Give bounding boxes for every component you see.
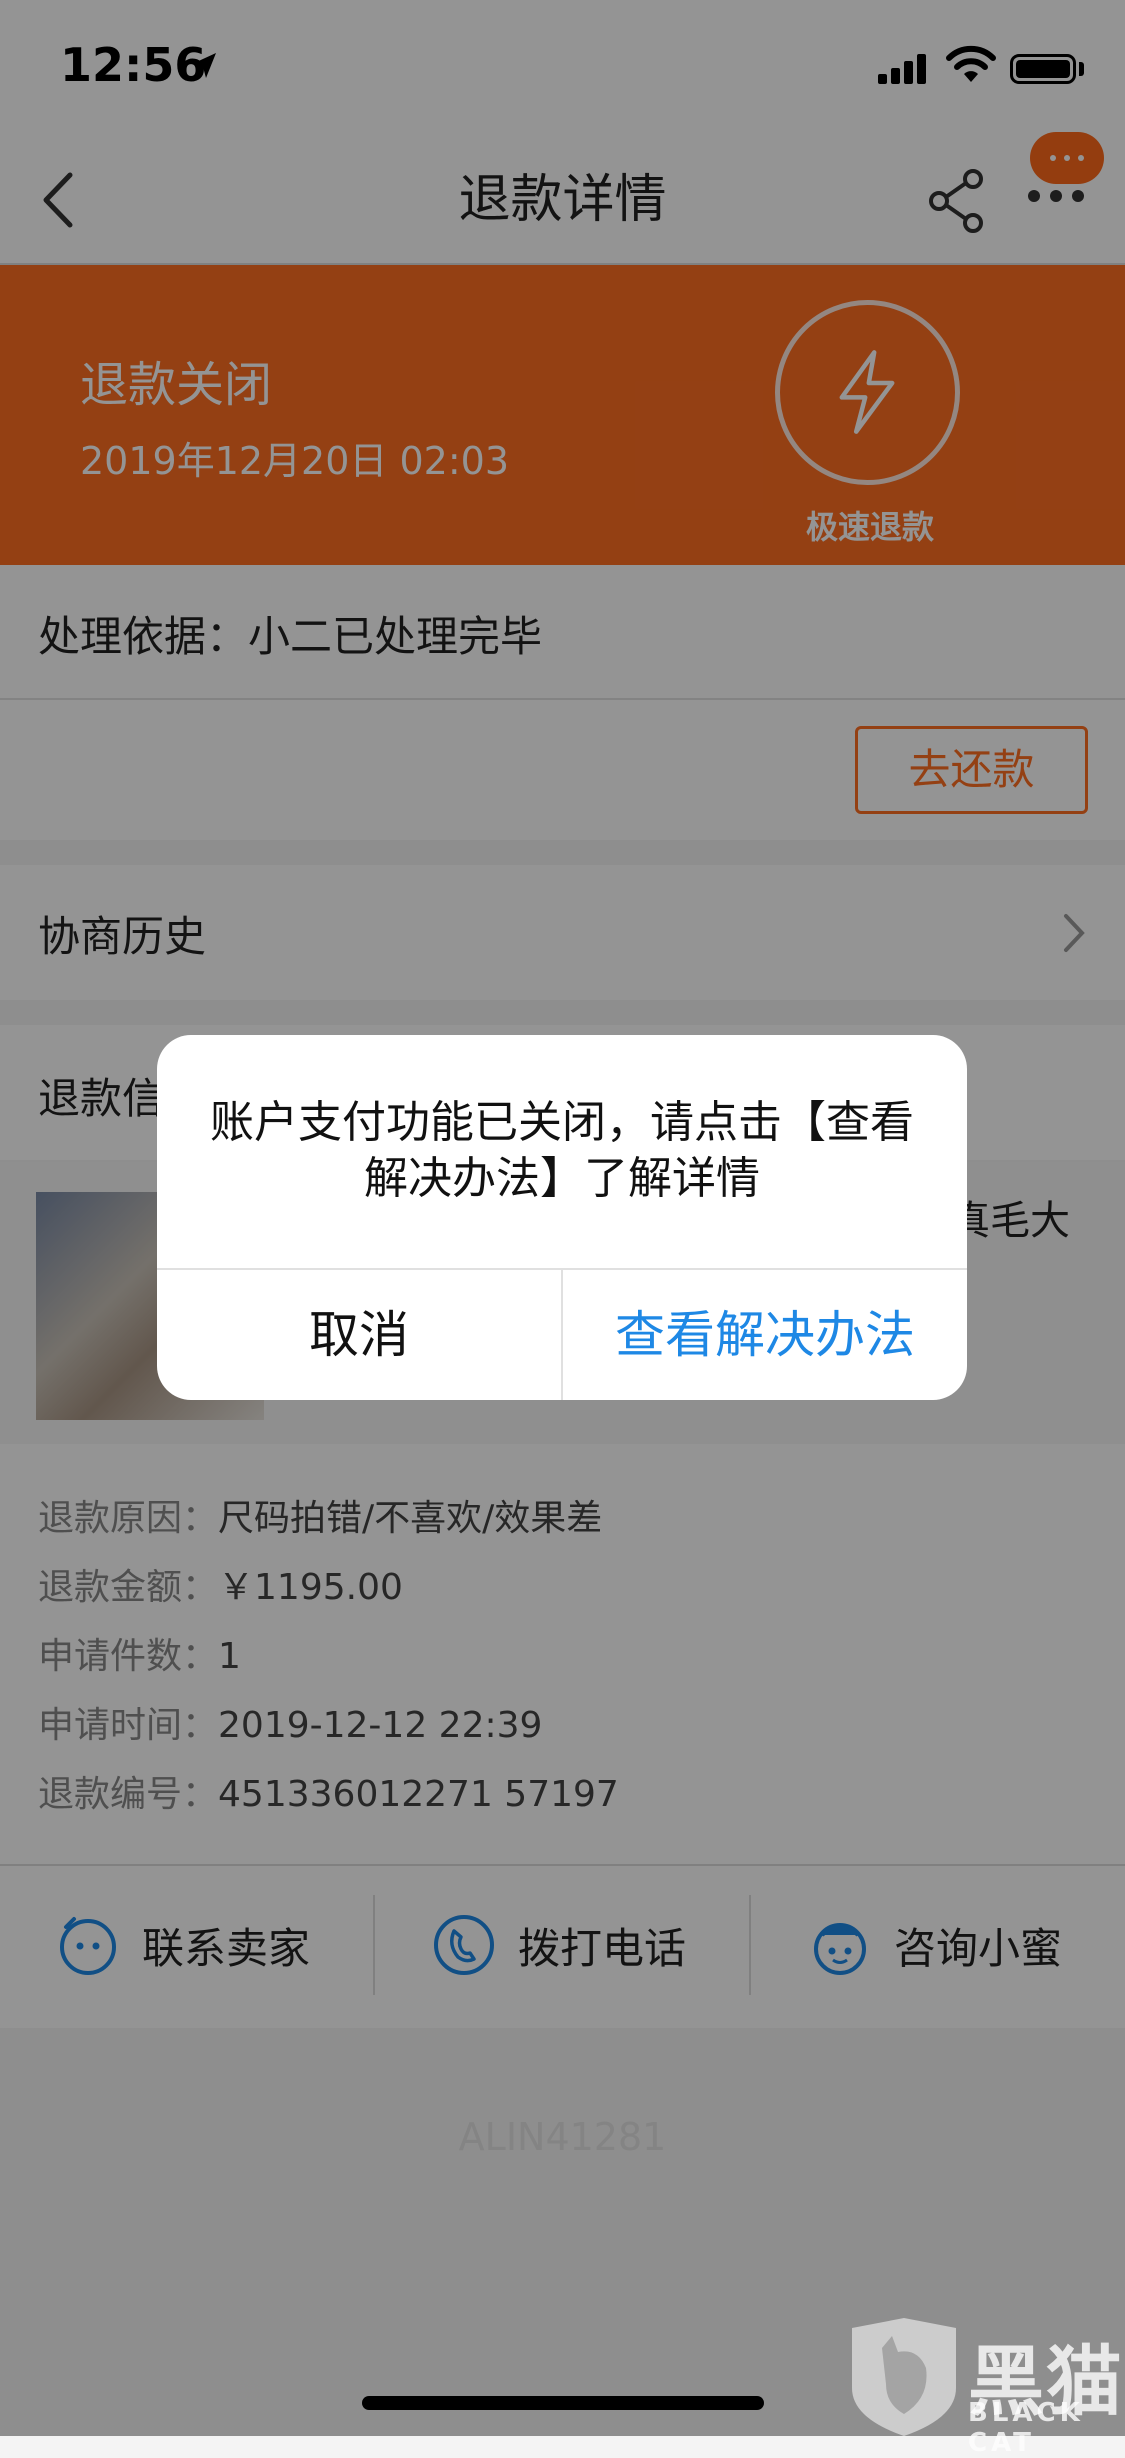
dialog-cancel-button[interactable]: 取消 [157, 1270, 561, 1400]
dialog-message: 账户支付功能已关闭，请点击【查看解决办法】了解详情 [210, 1097, 914, 1204]
home-indicator[interactable] [362, 2396, 764, 2410]
dialog-view-solution-button[interactable]: 查看解决办法 [563, 1270, 967, 1400]
alert-dialog: 账户支付功能已关闭，请点击【查看解决办法】了解详情 取消 查看解决办法 [157, 1035, 967, 1400]
black-cat-logo-subtext: BLACK CAT [968, 2398, 1084, 2458]
